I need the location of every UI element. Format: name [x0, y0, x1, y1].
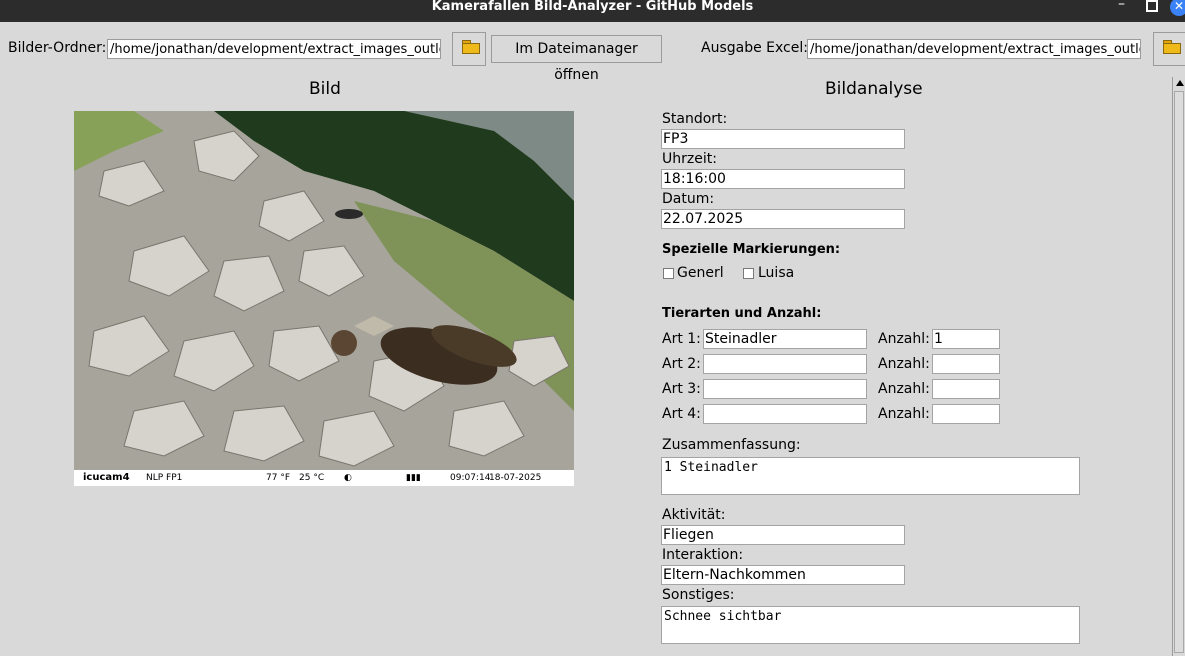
standort-label: Standort:	[662, 111, 728, 127]
camera-date: 18-07-2025	[489, 473, 542, 483]
count-1-field[interactable]: 1	[932, 329, 1000, 349]
window-titlebar: Kamerafallen Bild-Analyzer - GitHub Mode…	[0, 0, 1185, 22]
species-1-label: Art 1:	[662, 331, 701, 347]
count-2-field[interactable]	[932, 354, 1000, 374]
species-2-label: Art 2:	[662, 356, 701, 372]
species-1-field[interactable]: Steinadler	[703, 329, 867, 349]
window-title: Kamerafallen Bild-Analyzer - GitHub Mode…	[431, 0, 754, 14]
species-heading: Tierarten und Anzahl:	[662, 306, 822, 321]
uhrzeit-label: Uhrzeit:	[662, 151, 717, 167]
other-label: Sonstiges:	[662, 587, 735, 603]
camera-info-strip: icucam4 NLP FP1 77 °F 25 °C ◐ ▮▮▮ 09:07:…	[74, 470, 574, 486]
images-folder-label: Bilder-Ordner:	[8, 40, 107, 56]
species-4-label: Art 4:	[662, 406, 701, 422]
count-4-label: Anzahl:	[878, 406, 930, 422]
generl-checkbox[interactable]	[663, 268, 674, 279]
camera-location: NLP FP1	[146, 473, 183, 483]
generl-label: Generl	[677, 265, 724, 281]
uhrzeit-field[interactable]: 18:16:00	[661, 169, 905, 189]
interaction-field[interactable]: Eltern-Nachkommen	[661, 565, 905, 585]
moon-phase-icon: ◐	[344, 473, 352, 483]
camera-temp-f: 77 °F	[266, 473, 290, 483]
luisa-label: Luisa	[758, 265, 795, 281]
folder-icon	[1163, 40, 1181, 54]
count-3-label: Anzahl:	[878, 381, 930, 397]
species-4-field[interactable]	[703, 404, 867, 424]
count-2-label: Anzahl:	[878, 356, 930, 372]
activity-label: Aktivität:	[662, 507, 726, 523]
browse-excel-button[interactable]	[1153, 32, 1185, 66]
datum-label: Datum:	[662, 191, 715, 207]
standort-field[interactable]: FP3	[661, 129, 905, 149]
summary-textarea[interactable]: 1 Steinadler	[661, 457, 1080, 495]
maximize-icon[interactable]	[1146, 0, 1158, 12]
excel-output-label: Ausgabe Excel:	[701, 40, 808, 56]
minimize-icon[interactable]: –	[1118, 0, 1125, 11]
interaction-label: Interaktion:	[662, 547, 744, 563]
summary-label: Zusammenfassung:	[662, 437, 801, 453]
close-icon[interactable]: ✕	[1170, 0, 1185, 16]
count-3-field[interactable]	[932, 379, 1000, 399]
count-1-label: Anzahl:	[878, 331, 930, 347]
excel-output-path-field[interactable]: /home/jonathan/development/extract_image…	[807, 39, 1141, 59]
species-3-label: Art 3:	[662, 381, 701, 397]
camera-time: 09:07:14	[450, 473, 491, 483]
markings-heading: Spezielle Markierungen:	[662, 242, 841, 257]
images-folder-path-field[interactable]: /home/jonathan/development/extract_image…	[107, 39, 441, 59]
species-3-field[interactable]	[703, 379, 867, 399]
camera-trap-photo: icucam4 NLP FP1 77 °F 25 °C ◐ ▮▮▮ 09:07:…	[74, 111, 574, 486]
datum-field[interactable]: 22.07.2025	[661, 209, 905, 229]
folder-icon	[462, 40, 480, 54]
other-textarea[interactable]: Schnee sichtbar	[661, 606, 1080, 644]
photo-scene	[74, 111, 574, 470]
scroll-up-arrow-icon[interactable]	[1176, 80, 1184, 86]
scrollbar-thumb[interactable]	[1174, 91, 1184, 653]
camera-temp-c: 25 °C	[299, 473, 325, 483]
count-4-field[interactable]	[932, 404, 1000, 424]
browse-images-folder-button[interactable]	[452, 32, 486, 66]
battery-icon: ▮▮▮	[406, 473, 421, 483]
species-2-field[interactable]	[703, 354, 867, 374]
camera-brand: icucam4	[83, 472, 130, 483]
open-file-manager-button[interactable]: Im Dateimanager öffnen	[491, 35, 662, 83]
image-panel-heading: Bild	[309, 79, 341, 99]
analysis-panel-heading: Bildanalyse	[825, 79, 923, 99]
activity-field[interactable]: Fliegen	[661, 525, 905, 545]
vertical-scrollbar[interactable]	[1172, 77, 1185, 656]
luisa-checkbox[interactable]	[743, 268, 754, 279]
